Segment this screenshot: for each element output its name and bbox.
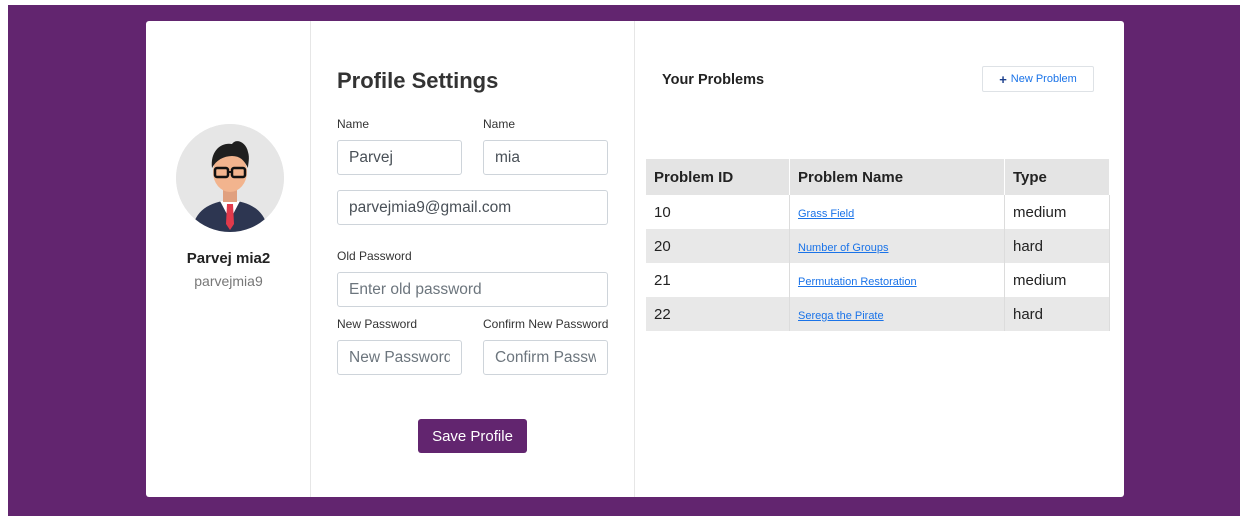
profile-display-name: Parvej mia2 [186, 250, 271, 267]
problem-id-cell: 22 [646, 297, 790, 331]
table-row: 20 Number of Groups hard [646, 229, 1110, 263]
column-header-type: Type [1004, 159, 1110, 195]
problems-table: Problem ID Problem Name Type 10 Grass Fi… [646, 159, 1110, 331]
problem-id-cell: 10 [646, 195, 790, 229]
table-row: 22 Serega the Pirate hard [646, 297, 1110, 331]
problem-link[interactable]: Serega the Pirate [798, 310, 884, 322]
problem-name-cell: Permutation Restoration [789, 263, 1005, 297]
user-avatar-icon [176, 124, 284, 232]
last-name-input[interactable] [483, 140, 608, 175]
new-problem-button[interactable]: + New Problem [982, 66, 1094, 92]
profile-card: Parvej mia2 parvejmia9 Profile Settings … [146, 21, 1124, 497]
column-header-name: Problem Name [789, 159, 1005, 195]
problem-id-cell: 20 [646, 229, 790, 263]
plus-icon: + [999, 71, 1007, 87]
problem-link[interactable]: Number of Groups [798, 242, 888, 254]
column-header-id: Problem ID [646, 159, 790, 195]
problem-type-cell: hard [1004, 297, 1110, 331]
old-password-input[interactable] [337, 272, 608, 307]
email-input[interactable] [337, 190, 608, 225]
problem-name-cell: Grass Field [789, 195, 1005, 229]
new-password-label: New Password [337, 317, 418, 331]
problem-link[interactable]: Permutation Restoration [798, 276, 917, 288]
last-name-label: Name [483, 117, 516, 131]
table-row: 21 Permutation Restoration medium [646, 263, 1110, 297]
new-problem-label: New Problem [1010, 73, 1077, 85]
table-row: 10 Grass Field medium [646, 195, 1110, 229]
problems-title: Your Problems [662, 72, 765, 88]
old-password-label: Old Password [337, 249, 412, 263]
avatar [176, 124, 284, 232]
new-password-input[interactable] [337, 340, 462, 375]
problem-name-cell: Number of Groups [789, 229, 1005, 263]
right-divider [634, 21, 635, 497]
table-header-row: Problem ID Problem Name Type [646, 159, 1110, 195]
problem-id-cell: 21 [646, 263, 790, 297]
problem-type-cell: hard [1004, 229, 1110, 263]
confirm-password-label: Confirm New Password [483, 317, 609, 331]
first-name-label: Name [337, 117, 370, 131]
problem-link[interactable]: Grass Field [798, 208, 854, 220]
profile-username: parvejmia9 [194, 273, 263, 289]
problem-type-cell: medium [1004, 263, 1110, 297]
first-name-input[interactable] [337, 140, 462, 175]
problem-name-cell: Serega the Pirate [789, 297, 1005, 331]
save-profile-button[interactable]: Save Profile [418, 419, 527, 453]
confirm-password-input[interactable] [483, 340, 608, 375]
settings-title: Profile Settings [337, 68, 499, 93]
problem-type-cell: medium [1004, 195, 1110, 229]
